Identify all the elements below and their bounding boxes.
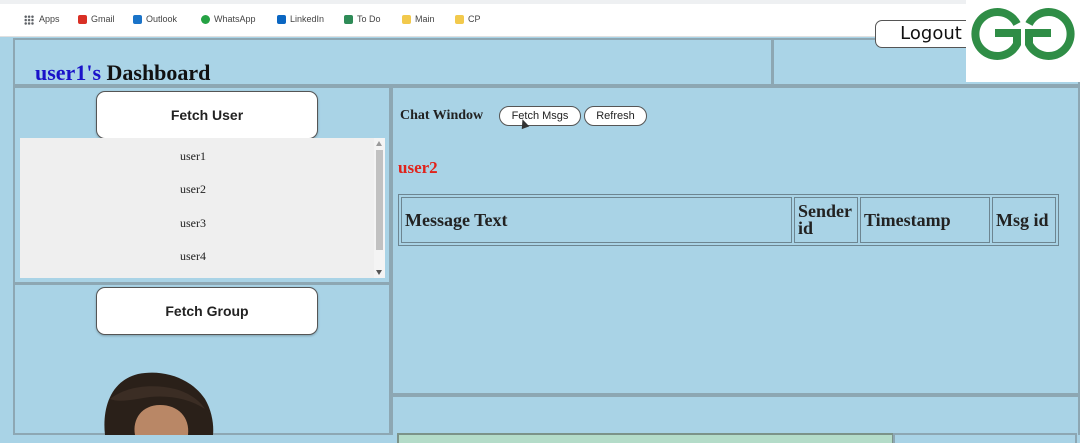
header-divider [771, 40, 774, 88]
scroll-down-arrow-icon[interactable] [376, 270, 382, 275]
column-header-timestamp: Timestamp [860, 197, 990, 243]
folder-icon [455, 15, 464, 25]
bookmark-main[interactable]: Main [402, 12, 435, 26]
fetch-user-button[interactable]: Fetch User [96, 91, 318, 139]
linkedin-icon [277, 15, 286, 25]
page-title: user1's Dashboard [35, 60, 211, 85]
list-item[interactable]: user2 [180, 182, 206, 197]
bookmark-outlook[interactable]: Outlook [133, 12, 177, 26]
bookmark-linkedin[interactable]: LinkedIn [277, 12, 324, 26]
messages-table: Message Text Sender id Timestamp Msg id [398, 194, 1059, 246]
outlook-icon [133, 15, 142, 25]
sidebar-divider [15, 282, 393, 285]
bookmark-apps[interactable]: Apps [24, 12, 60, 26]
user-list[interactable]: user1 user2 user3 user4 [20, 138, 385, 278]
bookmark-whatsapp[interactable]: WhatsApp [201, 12, 256, 26]
list-item[interactable]: user4 [180, 249, 206, 264]
geeksforgeeks-logo-svg [971, 8, 1075, 60]
user-list-scrollbar[interactable] [374, 138, 385, 278]
apps-grid-icon [24, 14, 34, 25]
table-header-row: Message Text Sender id Timestamp Msg id [401, 197, 1056, 243]
bookmark-gmail[interactable]: Gmail [78, 12, 115, 26]
list-item[interactable]: user1 [180, 149, 206, 164]
fetch-msgs-button[interactable]: Fetch Msgs [499, 106, 581, 126]
column-header-message-text: Message Text [401, 197, 792, 243]
refresh-button[interactable]: Refresh [584, 106, 647, 126]
gmail-icon [78, 15, 87, 25]
message-input-area [391, 395, 1080, 443]
bookmark-todo[interactable]: To Do [344, 12, 381, 26]
folder-icon [402, 15, 411, 25]
column-header-msg-id: Msg id [992, 197, 1056, 243]
fetch-group-button[interactable]: Fetch Group [96, 287, 318, 335]
column-header-sender-id: Sender id [794, 197, 858, 243]
bookmark-cp[interactable]: CP [455, 12, 481, 26]
chat-window-label: Chat Window [400, 108, 484, 123]
selected-chat-user: user2 [398, 158, 438, 177]
geeksforgeeks-logo-icon [966, 0, 1080, 82]
chat-panel: Chat Window Fetch Msgs Refresh user2 Mes… [391, 86, 1080, 395]
todo-icon [344, 15, 353, 25]
scrollbar-thumb[interactable] [376, 150, 383, 250]
whatsapp-icon [201, 15, 210, 25]
presenter-webcam-overlay [80, 369, 215, 435]
scroll-up-arrow-icon[interactable] [376, 141, 382, 146]
list-item[interactable]: user3 [180, 216, 206, 231]
